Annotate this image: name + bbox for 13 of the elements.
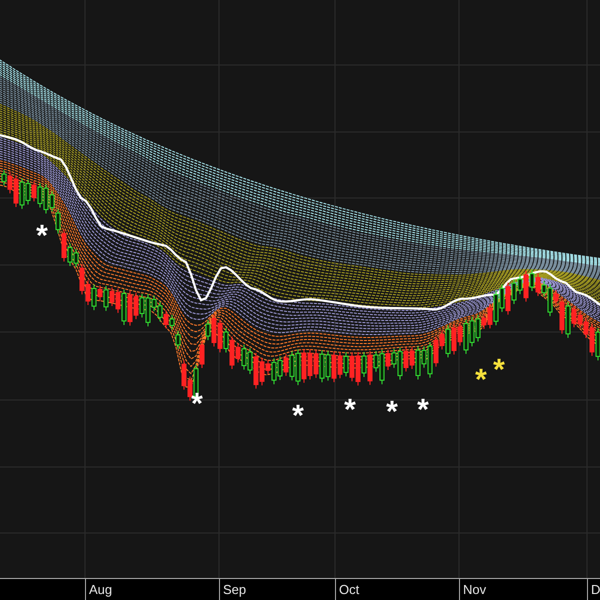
month-label: Aug [85,579,112,600]
asterisk-marker: * [36,225,48,248]
asterisk-marker: * [344,399,356,422]
month-label: Oct [335,579,360,600]
month-label: D [587,579,600,600]
asterisk-marker: * [292,405,304,428]
asterisk-marker: * [386,401,398,424]
month-label: Nov [459,579,486,600]
asterisk-marker: * [191,393,203,416]
month-label: Sep [219,579,246,600]
asterisk-marker: * [493,359,505,382]
asterisk-marker: * [475,369,487,392]
asterisk-marker: * [417,399,429,422]
